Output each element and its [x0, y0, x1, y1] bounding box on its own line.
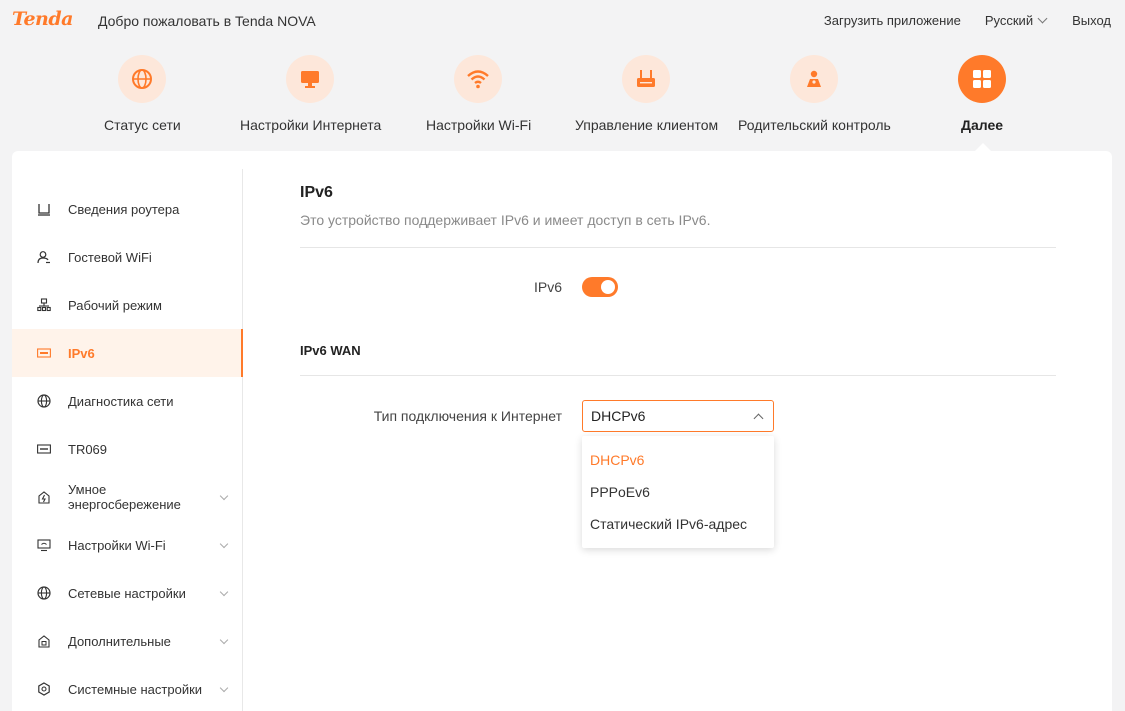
- connection-type-select[interactable]: DHCPv6: [582, 400, 774, 432]
- nav-network-status[interactable]: Статус сети: [104, 55, 181, 133]
- gear-icon: [36, 681, 52, 697]
- sidebar-item-label: Настройки Wi-Fi: [68, 537, 166, 553]
- sidebar-item-ipv6[interactable]: IPv6: [12, 329, 243, 377]
- option-dhcpv6[interactable]: DHCPv6: [582, 444, 774, 476]
- chevron-down-icon: [219, 683, 229, 692]
- sidebar-item-label: Сведения роутера: [68, 201, 180, 217]
- wan-section-title: IPv6 WAN: [300, 343, 361, 358]
- nav-wifi-settings[interactable]: Настройки Wi-Fi: [426, 55, 532, 133]
- option-static-ipv6[interactable]: Статический IPv6-адрес: [582, 508, 774, 540]
- sidebar-item-system-settings[interactable]: Системные настройки: [12, 665, 243, 711]
- sidebar-item-label: Системные настройки: [68, 681, 203, 697]
- connection-type-dropdown: DHCPv6 PPPoEv6 Статический IPv6-адрес: [582, 436, 774, 548]
- top-links: Загрузить приложение Русский Выход: [824, 13, 1111, 28]
- toggle-knob: [601, 280, 615, 294]
- nav-label: Управление клиентом: [575, 117, 719, 133]
- monitor-icon: [286, 55, 334, 103]
- chevron-down-icon: [1037, 13, 1048, 24]
- sidebar-item-label: Умное энергосбережение: [68, 482, 181, 512]
- wifi-settings-icon: [36, 537, 52, 553]
- router-info-icon: [36, 201, 52, 217]
- globe-icon: [36, 393, 52, 409]
- option-pppoev6[interactable]: PPPoEv6: [582, 476, 774, 508]
- language-selector[interactable]: Русский: [984, 13, 1048, 28]
- router-icon: [622, 55, 670, 103]
- sidebar-item-label: Дополнительные: [68, 633, 171, 649]
- divider: [300, 247, 1056, 248]
- energy-icon: [36, 489, 52, 505]
- sidebar-item-network-settings[interactable]: Сетевые настройки: [12, 569, 243, 617]
- sidebar-item-label: IPv6: [68, 345, 95, 361]
- sidebar-item-wifi-settings[interactable]: Настройки Wi-Fi: [12, 521, 243, 569]
- nav-parental-control[interactable]: Родительский контроль: [738, 55, 891, 133]
- sidebar: Сведения роутера Гостевой WiFi Рабочий р…: [12, 169, 243, 711]
- language-label: Русский: [984, 13, 1034, 28]
- chevron-down-icon: [219, 491, 229, 500]
- sidebar-item-label: Рабочий режим: [68, 297, 162, 313]
- nav-label: Настройки Wi-Fi: [426, 117, 532, 133]
- nav-more[interactable]: Далее: [956, 55, 1008, 133]
- nav-label: Родительский контроль: [738, 117, 891, 133]
- guest-icon: [36, 249, 52, 265]
- sidebar-item-energy-saving[interactable]: Умное энергосбережение: [12, 473, 243, 521]
- globe-icon: [118, 55, 166, 103]
- grid-icon: [958, 55, 1006, 103]
- nav-internet-settings[interactable]: Настройки Интернета: [240, 55, 382, 133]
- sidebar-item-router-info[interactable]: Сведения роутера: [12, 185, 243, 233]
- nav-label: Статус сети: [104, 117, 181, 133]
- tenda-logo[interactable]: Tenda: [12, 8, 73, 30]
- chevron-down-icon: [219, 539, 229, 548]
- label-line-1: Умное: [68, 482, 107, 497]
- sidebar-item-label: Гостевой WiFi: [68, 249, 152, 265]
- welcome-text: Добро пожаловать в Tenda NOVA: [98, 13, 316, 29]
- page-description: Это устройство поддерживает IPv6 и имеет…: [300, 212, 711, 228]
- page-title: IPv6: [300, 184, 333, 201]
- lock-icon: [36, 633, 52, 649]
- sidebar-item-network-diagnostics[interactable]: Диагностика сети: [12, 377, 243, 425]
- work-mode-icon: [36, 297, 52, 313]
- nav-client-management[interactable]: Управление клиентом: [575, 55, 719, 133]
- divider: [300, 375, 1056, 376]
- ipv6-toggle[interactable]: [582, 277, 618, 297]
- ipv6-toggle-label: IPv6: [533, 279, 562, 295]
- sidebar-item-label: Диагностика сети: [68, 393, 174, 409]
- sidebar-item-label: TR069: [68, 441, 108, 457]
- label-line-2: энергосбережение: [68, 497, 181, 512]
- sidebar-item-guest-wifi[interactable]: Гостевой WiFi: [12, 233, 243, 281]
- nav-label: Настройки Интернета: [240, 117, 382, 133]
- sidebar-item-advanced[interactable]: Дополнительные: [12, 617, 243, 665]
- settings-card: Сведения роутера Гостевой WiFi Рабочий р…: [12, 151, 1112, 711]
- chevron-down-icon: [219, 587, 229, 596]
- nav-label: Далее: [960, 117, 1004, 133]
- sidebar-item-tr069[interactable]: TR069: [12, 425, 243, 473]
- ipv6-icon: [36, 345, 52, 361]
- chevron-down-icon: [219, 635, 229, 644]
- connection-type-label: Тип подключения к Интернет: [373, 408, 562, 424]
- select-value: DHCPv6: [591, 408, 646, 424]
- tr069-icon: [36, 441, 52, 457]
- main-nav: Статус сети Настройки Интернета Настройк…: [0, 55, 1125, 152]
- top-bar: Tenda Добро пожаловать в Tenda NOVA Загр…: [0, 0, 1125, 42]
- sidebar-item-work-mode[interactable]: Рабочий режим: [12, 281, 243, 329]
- download-app-link[interactable]: Загрузить приложение: [824, 13, 961, 28]
- chevron-up-icon: [753, 413, 764, 424]
- parent-icon: [790, 55, 838, 103]
- wifi-icon: [454, 55, 502, 103]
- globe-icon: [36, 585, 52, 601]
- logout-link[interactable]: Выход: [1072, 13, 1111, 28]
- sidebar-item-label: Сетевые настройки: [68, 585, 186, 601]
